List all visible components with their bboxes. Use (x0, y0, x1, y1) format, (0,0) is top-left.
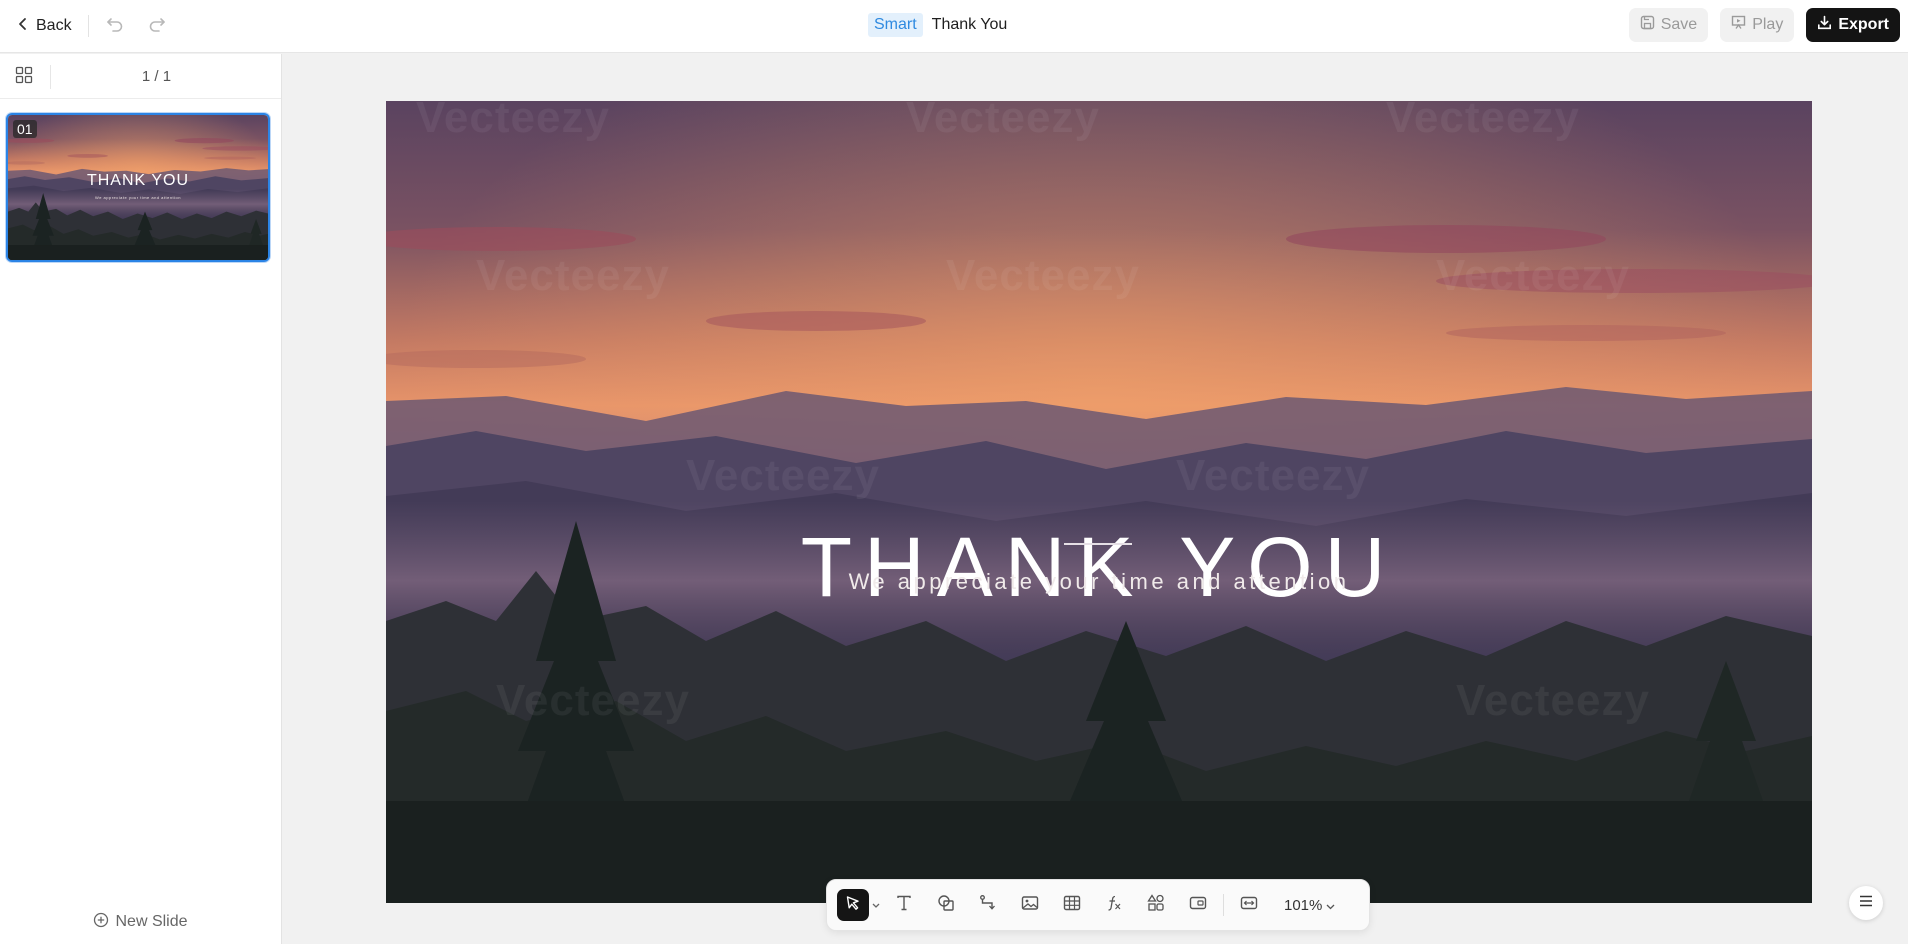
chevron-down-icon (872, 896, 880, 914)
page-counter: 1 / 1 (141, 68, 172, 85)
undo-button[interactable] (102, 13, 128, 39)
undo-icon (106, 16, 124, 37)
watermark: Vecteezy (686, 451, 880, 500)
table-tool[interactable] (1051, 887, 1093, 923)
presentation-icon (1731, 15, 1746, 35)
save-label: Save (1660, 16, 1698, 33)
grid-view-button[interactable] (13, 66, 35, 88)
watermark: Vecteezy (906, 101, 1100, 142)
fit-width-icon (1240, 894, 1258, 917)
select-tool[interactable] (837, 889, 869, 921)
media-icon (1189, 894, 1207, 917)
editor-toolbar: 101% (826, 879, 1370, 931)
slides-sidebar: 1 / 1 01 THANK YOU We appreciate your ti… (0, 54, 282, 944)
formula-icon (1105, 894, 1123, 917)
watermark: Vecteezy (1176, 451, 1370, 500)
redo-icon (148, 16, 166, 37)
slide-number: 01 (13, 120, 37, 138)
text-icon (895, 894, 913, 917)
select-tool-dropdown[interactable] (869, 896, 883, 914)
fit-width-tool[interactable] (1228, 887, 1270, 923)
document-title[interactable]: Thank You (932, 16, 1008, 34)
connector-icon (979, 894, 997, 917)
thumbnail-subtitle: We appreciate your time and attention (94, 195, 182, 200)
text-tool[interactable] (883, 887, 925, 923)
plus-circle-icon (93, 912, 109, 933)
media-tool[interactable] (1177, 887, 1219, 923)
formula-tool[interactable] (1093, 887, 1135, 923)
play-button[interactable]: Play (1720, 8, 1795, 42)
new-slide-button[interactable]: New Slide (0, 900, 281, 944)
table-icon (1063, 894, 1081, 917)
thumbnail-title: THANK YOU (86, 172, 190, 189)
divider (88, 15, 89, 37)
chevron-left-icon (18, 17, 28, 36)
slide-subtitle[interactable]: We appreciate your time and attention (386, 569, 1812, 595)
watermark: Vecteezy (1386, 101, 1580, 142)
header-actions: Save Play Export (1628, 8, 1900, 42)
connector-tool[interactable] (967, 887, 1009, 923)
new-slide-label: New Slide (115, 913, 188, 930)
save-button[interactable]: Save (1628, 8, 1709, 42)
download-icon (1817, 15, 1832, 35)
divider (1223, 894, 1224, 916)
back-label: Back (36, 17, 72, 34)
watermark: Vecteezy (416, 101, 610, 142)
watermark: Vecteezy (496, 676, 690, 725)
components-icon (1147, 893, 1165, 917)
redo-button[interactable] (144, 13, 170, 39)
sidebar-header: 1 / 1 (0, 54, 281, 99)
watermark: Vecteezy (1456, 676, 1650, 725)
zoom-level: 101% (1284, 896, 1323, 914)
watermark: Vecteezy (476, 251, 670, 300)
background-image (386, 101, 1812, 903)
export-label: Export (1838, 16, 1889, 33)
image-tool[interactable] (1009, 887, 1051, 923)
grid-icon (15, 66, 33, 89)
slide-title[interactable]: THANK YOU (386, 519, 1812, 616)
menu-button[interactable] (1849, 886, 1883, 920)
slide-thumbnail[interactable]: 01 THANK YOU We appreciate your time and… (6, 113, 270, 262)
document-title-area: Smart Thank You (868, 12, 1007, 38)
watermark: Vecteezy (946, 251, 1140, 300)
title-divider (1064, 543, 1132, 545)
image-icon (1021, 894, 1039, 917)
export-button[interactable]: Export (1806, 8, 1900, 42)
smart-badge: Smart (868, 13, 923, 37)
save-icon (1640, 15, 1655, 35)
watermark: Vecteezy (1436, 251, 1630, 300)
slide-canvas[interactable]: Vecteezy Vecteezy Vecteezy Vecteezy Vect… (386, 101, 1812, 903)
hamburger-icon (1859, 894, 1873, 912)
shape-tool[interactable] (925, 887, 967, 923)
chevron-down-icon (1326, 897, 1335, 914)
zoom-dropdown[interactable]: 101% (1284, 897, 1335, 914)
cursor-icon (845, 895, 861, 916)
back-button[interactable]: Back (12, 12, 78, 40)
components-tool[interactable] (1135, 887, 1177, 923)
play-label: Play (1752, 16, 1784, 33)
top-bar: Back Smart Thank You Save Play Export (0, 0, 1908, 53)
shapes-icon (937, 894, 955, 917)
